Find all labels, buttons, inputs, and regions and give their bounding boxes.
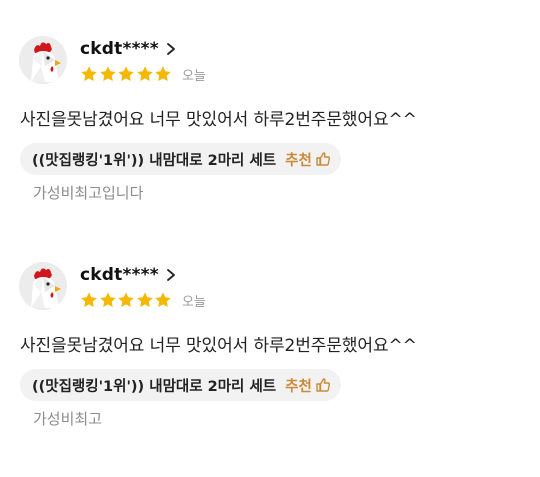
star-icon bbox=[136, 65, 154, 83]
recommend-label: 추천 bbox=[285, 378, 312, 395]
star-icon bbox=[99, 65, 117, 83]
nickname-link[interactable]: ckdt**** bbox=[80, 264, 177, 286]
chevron-right-icon bbox=[165, 268, 177, 282]
rating-row: 오늘 bbox=[80, 290, 206, 310]
chicken-avatar-icon bbox=[19, 262, 67, 310]
nickname-link[interactable]: ckdt**** bbox=[80, 38, 177, 60]
star-icon bbox=[80, 65, 98, 83]
review-text: 사진을못남겼어요 너무 맛있어서 하루2번주문했어요^^ bbox=[20, 110, 417, 130]
menu-chip[interactable]: ((맛집랭킹'1위')) 내맘대로 2마리 세트 추천 bbox=[20, 369, 341, 401]
nickname: ckdt**** bbox=[80, 265, 159, 285]
star-icon bbox=[154, 65, 172, 83]
chicken-avatar-icon bbox=[19, 36, 67, 84]
option-text: 가성비최고 bbox=[33, 410, 103, 428]
star-rating bbox=[80, 65, 173, 83]
review-date: 오늘 bbox=[181, 294, 206, 310]
star-rating bbox=[80, 291, 173, 309]
review-text: 사진을못남겼어요 너무 맛있어서 하루2번주문했어요^^ bbox=[20, 336, 417, 356]
recommend-label: 추천 bbox=[285, 152, 312, 169]
menu-chip[interactable]: ((맛집랭킹'1위')) 내맘대로 2마리 세트 추천 bbox=[20, 143, 341, 175]
avatar[interactable] bbox=[19, 262, 67, 310]
option-text: 가성비최고입니다 bbox=[33, 184, 144, 202]
star-icon bbox=[136, 291, 154, 309]
review-date: 오늘 bbox=[181, 68, 206, 84]
thumbs-up-icon bbox=[315, 151, 331, 167]
star-icon bbox=[99, 291, 117, 309]
star-icon bbox=[154, 291, 172, 309]
menu-name: ((맛집랭킹'1위')) 내맘대로 2마리 세트 bbox=[32, 152, 277, 169]
chevron-right-icon bbox=[165, 42, 177, 56]
thumbs-up-icon bbox=[315, 377, 331, 393]
nickname: ckdt**** bbox=[80, 39, 159, 59]
avatar[interactable] bbox=[19, 36, 67, 84]
star-icon bbox=[117, 65, 135, 83]
star-icon bbox=[117, 291, 135, 309]
rating-row: 오늘 bbox=[80, 64, 206, 84]
menu-name: ((맛집랭킹'1위')) 내맘대로 2마리 세트 bbox=[32, 378, 277, 395]
star-icon bbox=[80, 291, 98, 309]
